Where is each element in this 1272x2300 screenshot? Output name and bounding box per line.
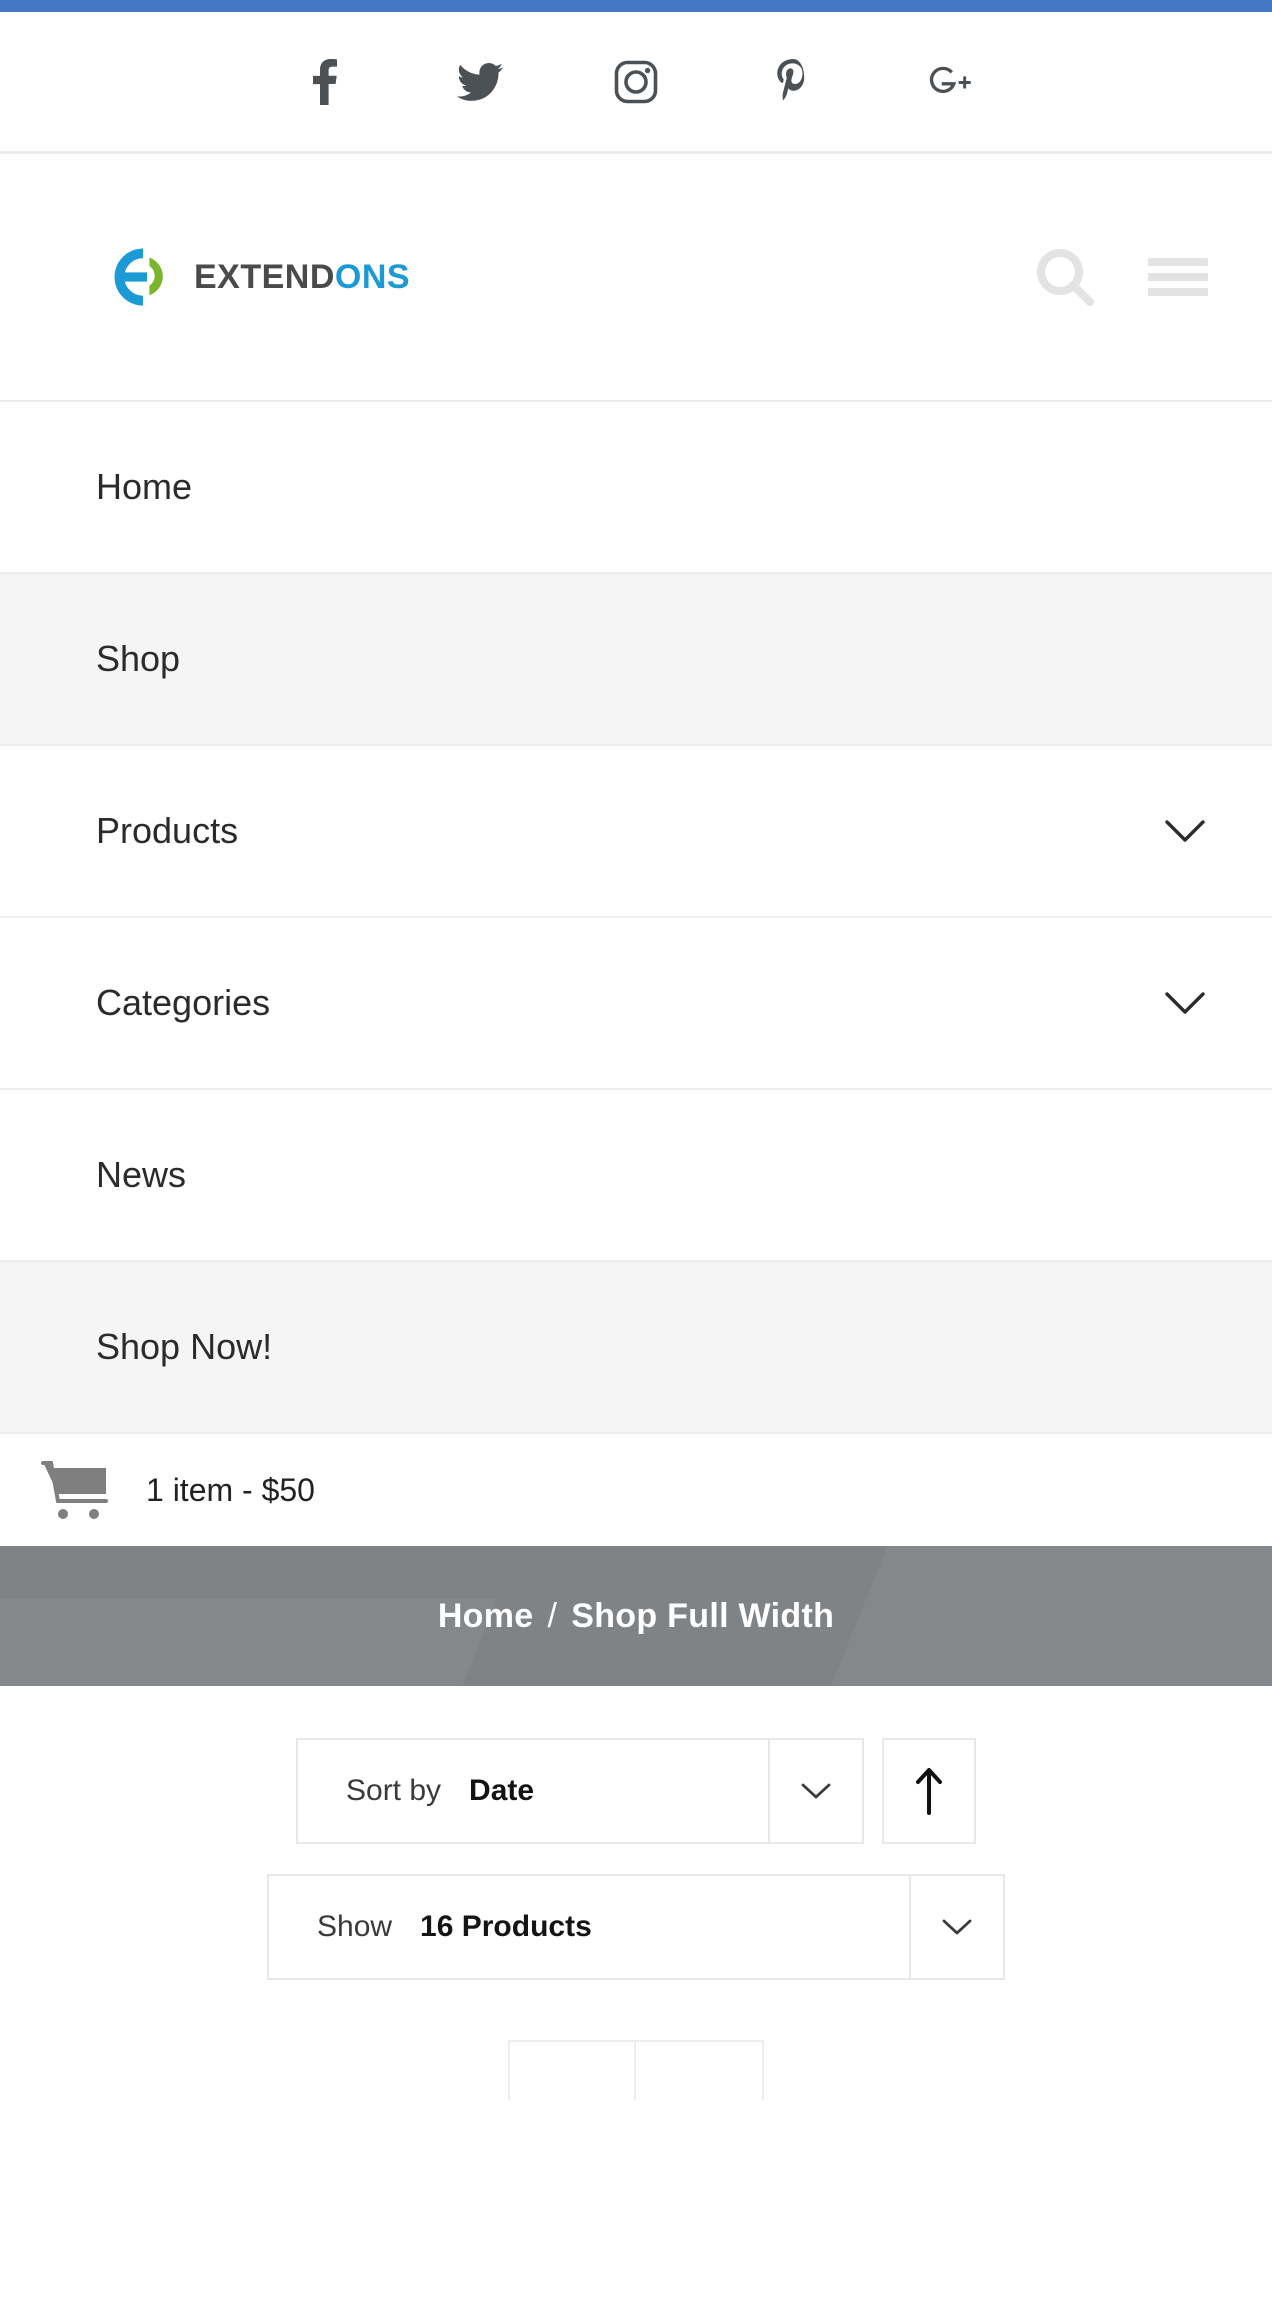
view-mode-control-partial: [508, 2040, 764, 2100]
nav-item-label: Categories: [96, 982, 271, 1023]
header-tools: [1034, 246, 1208, 308]
chevron-down-icon[interactable]: [1162, 808, 1208, 854]
brand-wordmark: EXTENDONS: [194, 260, 410, 294]
sort-by-display[interactable]: Sort by Date: [298, 1740, 768, 1842]
nav-item-categories[interactable]: Categories: [0, 918, 1272, 1090]
sort-by-label: Sort by: [346, 1774, 442, 1807]
cart-summary[interactable]: 1 item - $50: [0, 1434, 1272, 1546]
instagram-icon[interactable]: [613, 59, 659, 105]
show-control-group: Show 16 Products: [267, 1874, 1005, 1980]
breadcrumb-home-link[interactable]: Home: [438, 1599, 534, 1633]
googleplus-icon[interactable]: [925, 59, 971, 105]
nav-item-label: Home: [96, 466, 193, 507]
view-mode-option-a[interactable]: [508, 2040, 636, 2100]
top-accent-bar: [0, 0, 1272, 12]
search-icon[interactable]: [1034, 246, 1096, 308]
mobile-navigation: Home Shop Products Categories News Shop …: [0, 402, 1272, 1434]
site-logo[interactable]: EXTENDONS: [110, 244, 410, 310]
nav-item-news[interactable]: News: [0, 1090, 1272, 1262]
social-strip: [0, 12, 1272, 154]
sort-by-select[interactable]: Sort by Date: [296, 1738, 864, 1844]
extendons-logo-mark: [114, 248, 163, 306]
pinterest-icon[interactable]: [769, 58, 815, 105]
show-products-select[interactable]: Show 16 Products: [267, 1874, 1005, 1980]
breadcrumb-current-page: Shop Full Width: [571, 1597, 835, 1635]
nav-item-label: Products: [96, 810, 239, 851]
view-mode-option-b[interactable]: [636, 2040, 764, 2100]
brand-text-secondary: ONS: [334, 258, 411, 296]
nav-item-label: Shop: [96, 638, 181, 679]
site-header: EXTENDONS: [0, 154, 1272, 402]
shopping-cart-icon: [41, 1461, 108, 1519]
sort-by-value: Date: [469, 1774, 535, 1807]
nav-item-shop-now[interactable]: Shop Now!: [0, 1262, 1272, 1434]
hamburger-bar-3: [1148, 288, 1208, 296]
nav-item-label: Shop Now!: [96, 1326, 273, 1367]
hamburger-bar-2: [1148, 273, 1208, 281]
facebook-icon[interactable]: [301, 58, 347, 105]
shop-toolbar: Sort by Date Show 16 Products: [0, 1686, 1272, 2100]
nav-item-shop[interactable]: Shop: [0, 574, 1272, 746]
chevron-down-icon[interactable]: [909, 1876, 1003, 1978]
hamburger-menu-icon[interactable]: [1148, 258, 1208, 296]
breadcrumb-separator: /: [547, 1597, 558, 1635]
social-links: [301, 58, 971, 105]
arrow-up-icon: [916, 1768, 942, 1815]
show-label: Show: [317, 1910, 393, 1943]
cart-summary-text: 1 item - $50: [146, 1472, 315, 1508]
hamburger-bar-1: [1148, 258, 1208, 266]
page-banner: Home / Shop Full Width: [0, 1546, 1272, 1686]
twitter-icon[interactable]: [457, 59, 503, 105]
show-value: 16 Products: [420, 1910, 592, 1943]
nav-item-products[interactable]: Products: [0, 746, 1272, 918]
sort-control-group: Sort by Date: [296, 1738, 976, 1844]
breadcrumb: Home / Shop Full Width: [438, 1599, 834, 1633]
show-products-display[interactable]: Show 16 Products: [269, 1876, 909, 1978]
sort-direction-button[interactable]: [882, 1738, 976, 1844]
chevron-down-icon[interactable]: [768, 1740, 862, 1842]
nav-item-home[interactable]: Home: [0, 402, 1272, 574]
brand-text-primary: EXTEND: [194, 258, 335, 296]
hamburger-bars: [1148, 258, 1208, 296]
nav-item-label: News: [96, 1154, 187, 1195]
chevron-down-icon[interactable]: [1162, 980, 1208, 1026]
